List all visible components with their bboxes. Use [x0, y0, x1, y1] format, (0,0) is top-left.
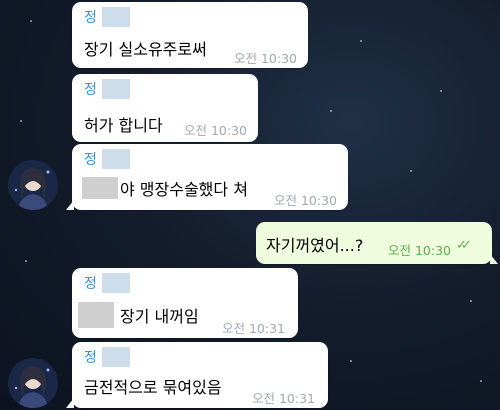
message-time: 오전 10:30: [274, 193, 337, 208]
sender-name[interactable]: 정: [84, 272, 130, 294]
message-text: 허가 합니다: [84, 116, 163, 135]
blurred-name-icon: [101, 273, 130, 293]
message-time: 오전 10:31: [222, 321, 285, 336]
message-time: 오전 10:30: [184, 123, 247, 138]
double-check-icon: ✓✓: [456, 238, 472, 253]
blurred-name-icon: [82, 177, 118, 199]
message-text: 금전적으로 묶여있음: [84, 378, 222, 397]
message-text: 자기꺼였어...?: [266, 236, 364, 255]
message-bubble-incoming[interactable]: 정 장기 실소유주로써 오전 10:30: [72, 2, 308, 68]
blurred-name-icon: [101, 79, 130, 99]
blurred-name-icon: [101, 149, 130, 169]
sender-name[interactable]: 정: [84, 6, 130, 28]
message-bubble-incoming[interactable]: 정 야 맹장수술했다 쳐 오전 10:30: [66, 144, 348, 210]
message-bubble-incoming[interactable]: 정 허가 합니다 오전 10:30: [72, 74, 258, 142]
avatar-icon: [8, 358, 58, 408]
message-bubble-incoming[interactable]: 정 장기 내꺼임 오전 10:31: [72, 268, 298, 338]
blurred-name-icon: [78, 302, 114, 328]
message-text: 장기 내꺼임: [78, 302, 199, 328]
message-text: 야 맹장수술했다 쳐: [82, 176, 248, 200]
message-text: 장기 실소유주로써: [84, 40, 207, 59]
message-bubble-incoming[interactable]: 정 금전적으로 묶여있음 오전 10:31: [66, 342, 328, 408]
message-time: 오전 10:31: [252, 391, 315, 406]
sender-name[interactable]: 정: [84, 148, 130, 170]
sender-avatar[interactable]: [8, 160, 58, 210]
sender-name[interactable]: 정: [84, 78, 130, 100]
sender-name[interactable]: 정: [84, 346, 130, 368]
message-time: 오전 10:30: [388, 243, 451, 258]
message-time: 오전 10:30: [234, 51, 297, 66]
blurred-name-icon: [101, 347, 130, 367]
blurred-name-icon: [101, 7, 130, 27]
avatar-icon: [8, 160, 58, 210]
sender-avatar[interactable]: [8, 358, 58, 408]
message-bubble-outgoing[interactable]: 자기꺼였어...? 오전 10:30 ✓✓: [256, 222, 498, 264]
